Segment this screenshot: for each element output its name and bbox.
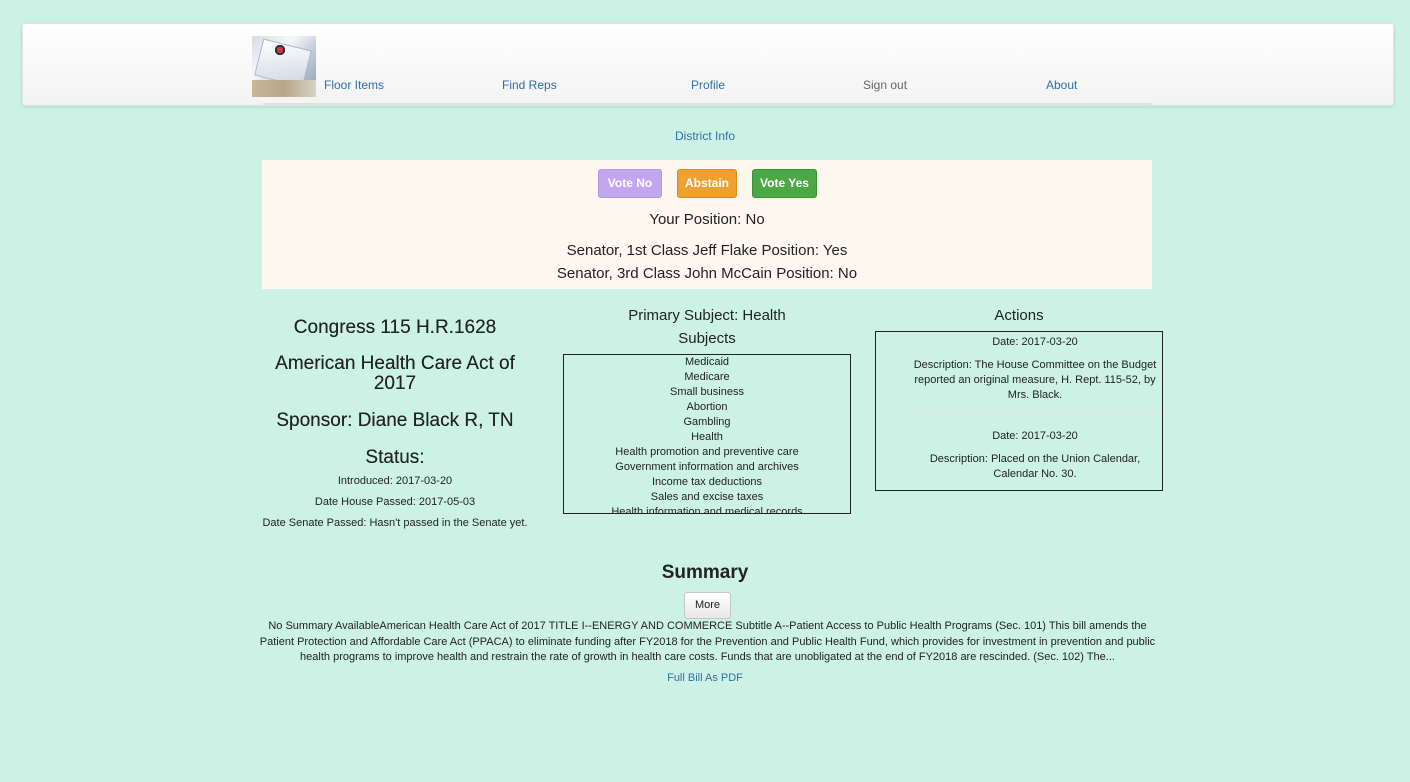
nav-floor-items[interactable]: Floor Items: [324, 78, 384, 92]
nav-underline: [263, 103, 1151, 105]
more-button[interactable]: More: [684, 592, 731, 619]
bill-sponsor: Sponsor: Diane Black R, TN: [276, 410, 514, 431]
subjects-list[interactable]: Medicaid Medicare Small business Abortio…: [563, 354, 851, 514]
list-item: Health information and medical records: [611, 506, 803, 514]
nav-find-reps[interactable]: Find Reps: [502, 78, 557, 92]
list-item: Health: [691, 431, 723, 443]
action-description: Description: Placed on the Union Calenda…: [929, 453, 1141, 480]
summary-heading: Summary: [661, 562, 749, 583]
action-divider: [908, 412, 1162, 413]
action-description: Description: The House Committee on the …: [913, 359, 1157, 401]
primary-subject: Primary Subject: Health: [628, 307, 786, 324]
list-item: Sales and excise taxes: [650, 491, 764, 503]
action-item: Date: 2017-03-20 Description: The House …: [876, 335, 1162, 403]
abstain-button[interactable]: Abstain: [677, 169, 737, 198]
nav-profile[interactable]: Profile: [691, 78, 725, 92]
action-date: Date: 2017-03-20: [992, 430, 1078, 442]
vote-no-button[interactable]: Vote No: [598, 169, 662, 198]
vote-yes-button[interactable]: Vote Yes: [752, 169, 817, 198]
list-item: Medicare: [684, 371, 730, 383]
status-heading: Status:: [365, 447, 425, 468]
list-item: Gambling: [683, 416, 731, 428]
list-item: Government information and archives: [615, 461, 799, 473]
your-position: Your Position: No: [649, 211, 765, 228]
list-item: Health promotion and preventive care: [615, 446, 799, 458]
ballot-mark-icon: [274, 44, 286, 56]
logo-base: [252, 80, 316, 97]
list-item: Medicaid: [684, 356, 730, 368]
list-item: Small business: [670, 386, 744, 398]
action-date: Date: 2017-03-20: [992, 336, 1078, 348]
senator-3rd-class-position: Senator, 3rd Class John McCain Position:…: [556, 265, 858, 282]
bill-info: Congress 115 H.R.1628 American Health Ca…: [255, 310, 535, 529]
house-passed-date: Date House Passed: 2017-05-03: [314, 496, 476, 508]
actions-heading: Actions: [994, 307, 1044, 324]
top-navbar: Floor Items Find Reps Profile Sign out A…: [22, 23, 1394, 106]
district-info-link[interactable]: District Info: [0, 129, 1410, 143]
action-item: Date: 2017-03-20 Description: Placed on …: [876, 429, 1162, 482]
list-item: Income tax deductions: [651, 476, 763, 488]
summary-text: No Summary AvailableAmerican Health Care…: [259, 620, 1156, 663]
senate-passed-date: Date Senate Passed: Hasn't passed in the…: [262, 517, 528, 529]
subjects-heading: Subjects: [678, 330, 736, 347]
senator-1st-class-position: Senator, 1st Class Jeff Flake Position: …: [566, 242, 848, 259]
full-bill-pdf-link[interactable]: Full Bill As PDF: [0, 672, 1410, 684]
bill-title: American Health Care Act of 2017: [275, 353, 515, 394]
nav-sign-out[interactable]: Sign out: [863, 78, 907, 92]
bill-congress-number: Congress 115 H.R.1628: [293, 317, 497, 338]
list-item: Abortion: [686, 401, 728, 413]
introduced-date: Introduced: 2017-03-20: [337, 475, 453, 487]
actions-list[interactable]: Date: 2017-03-20 Description: The House …: [875, 331, 1163, 491]
vote-panel: Vote No Abstain Vote Yes Your Position: …: [262, 160, 1152, 289]
ballot-box-logo[interactable]: [252, 36, 316, 97]
nav-about[interactable]: About: [1046, 78, 1077, 92]
